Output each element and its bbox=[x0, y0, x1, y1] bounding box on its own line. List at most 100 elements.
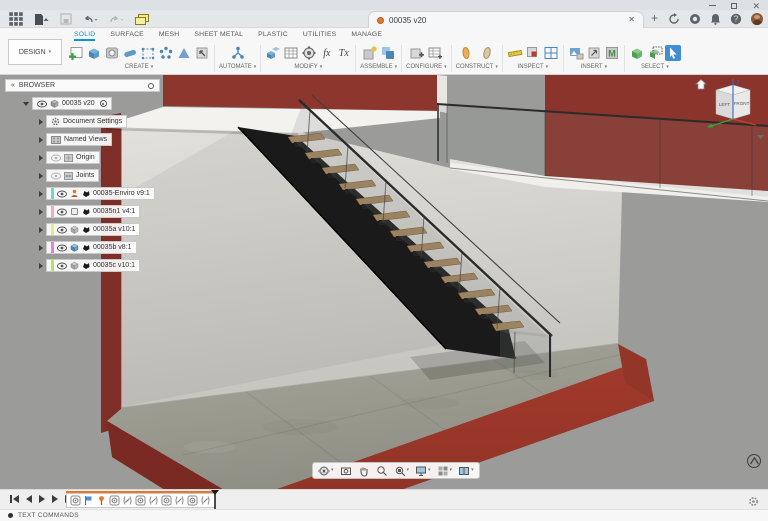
modify-group-label[interactable]: MODIFY▾ bbox=[294, 64, 322, 70]
bottom-glass-panel[interactable] bbox=[500, 329, 552, 377]
undo-icon[interactable] bbox=[82, 13, 98, 25]
expander-icon[interactable] bbox=[39, 155, 43, 161]
document-tab[interactable]: 00035 v20 ✕ bbox=[368, 11, 644, 28]
tangent-plane-icon[interactable] bbox=[478, 45, 494, 61]
appearance-icon[interactable] bbox=[301, 45, 317, 61]
visibility-eye-off-icon[interactable] bbox=[51, 154, 61, 162]
inspect-group-label[interactable]: INSPECT▾ bbox=[518, 64, 549, 70]
tab-solid[interactable]: SOLID bbox=[74, 31, 95, 41]
text-commands-toggle-icon[interactable] bbox=[8, 513, 13, 518]
derive-icon[interactable] bbox=[194, 45, 210, 61]
as-built-joint-icon[interactable] bbox=[148, 495, 159, 506]
activate-radio-icon[interactable] bbox=[100, 100, 107, 107]
joint-icon[interactable] bbox=[380, 45, 396, 61]
user-avatar[interactable] bbox=[751, 13, 763, 25]
browser-row-origin[interactable]: Origin bbox=[5, 151, 175, 164]
upper-left-wall[interactable] bbox=[163, 75, 437, 111]
as-built-joint-icon[interactable] bbox=[174, 495, 185, 506]
home-icon[interactable] bbox=[696, 80, 706, 90]
create-group-label[interactable]: CREATE▾ bbox=[125, 64, 153, 70]
visibility-eye-icon[interactable] bbox=[57, 190, 67, 198]
browser-row-named-views[interactable]: Named Views bbox=[5, 133, 175, 146]
loft-icon[interactable] bbox=[140, 45, 156, 61]
assemble-group-label[interactable]: ASSEMBLE▾ bbox=[360, 64, 397, 70]
browser-row-document-settings[interactable]: Document Settings bbox=[5, 115, 175, 128]
automate-icon[interactable] bbox=[230, 45, 246, 61]
revolve-icon[interactable] bbox=[104, 45, 120, 61]
display-analysis-icon[interactable] bbox=[543, 45, 559, 61]
expander-icon[interactable] bbox=[39, 119, 43, 125]
browser-row-component[interactable]: 00035-Enviro v9:1 bbox=[5, 187, 175, 200]
parameters-table-icon[interactable] bbox=[283, 45, 299, 61]
pan-icon[interactable] bbox=[358, 465, 370, 477]
design-workspace-menu[interactable]: DESIGN ▾ bbox=[8, 39, 62, 65]
joint-icon[interactable] bbox=[135, 495, 146, 506]
text-commands-label[interactable]: TEXT COMMANDS bbox=[18, 512, 79, 519]
redo-icon[interactable] bbox=[108, 13, 124, 25]
collapse-panel-icon[interactable]: « bbox=[11, 82, 15, 89]
automate-group-label[interactable]: AUTOMATE▾ bbox=[219, 64, 256, 70]
expander-icon[interactable] bbox=[39, 191, 43, 197]
help-icon[interactable]: ? bbox=[730, 13, 742, 25]
tab-sheet-metal[interactable]: SHEET METAL bbox=[194, 31, 243, 41]
visibility-eye-icon[interactable] bbox=[37, 100, 47, 108]
browser-row-component[interactable]: 00035n1 v4:1 bbox=[5, 205, 175, 218]
expander-icon[interactable] bbox=[39, 227, 43, 233]
visibility-eye-icon[interactable] bbox=[57, 226, 67, 234]
viewports-icon[interactable]: ▾ bbox=[458, 465, 474, 477]
thicken-icon[interactable] bbox=[176, 45, 192, 61]
timeline-settings-gear-icon[interactable] bbox=[748, 494, 759, 512]
select-group-label[interactable]: SELECT▾ bbox=[641, 64, 669, 70]
expander-icon[interactable] bbox=[39, 137, 43, 143]
insert-group-label[interactable]: INSERT▾ bbox=[581, 64, 607, 70]
joint-icon[interactable] bbox=[161, 495, 172, 506]
joint-icon[interactable] bbox=[109, 495, 120, 506]
tab-manage[interactable]: MANAGE bbox=[351, 31, 382, 41]
insert-derive-icon[interactable] bbox=[586, 45, 602, 61]
browser-row-joints[interactable]: Joints bbox=[5, 169, 175, 182]
configure-group-label[interactable]: CONFIGURE▾ bbox=[406, 64, 447, 70]
tab-close-icon[interactable]: ✕ bbox=[628, 16, 635, 24]
insert-mcmaster-icon[interactable]: M bbox=[604, 45, 620, 61]
documents-stack-icon[interactable] bbox=[134, 13, 150, 26]
fit-icon[interactable]: ▾ bbox=[394, 465, 410, 477]
visibility-eye-icon[interactable] bbox=[57, 244, 67, 252]
data-panel-grid-icon[interactable] bbox=[8, 11, 24, 27]
viewcube[interactable]: LEFT FRONT Z bbox=[688, 77, 766, 150]
browser-root-row[interactable]: 00035 v20 bbox=[5, 97, 175, 110]
press-pull-icon[interactable] bbox=[265, 45, 281, 61]
browser-row-component[interactable]: 00035b v8:1 bbox=[5, 241, 175, 254]
joint-icon[interactable] bbox=[70, 495, 81, 506]
expander-icon[interactable] bbox=[39, 209, 43, 215]
select-tool-active-icon[interactable] bbox=[665, 45, 681, 61]
configuration-table-icon[interactable] bbox=[427, 45, 443, 61]
new-component-icon[interactable] bbox=[362, 45, 378, 61]
visibility-eye-off-icon[interactable] bbox=[51, 172, 61, 180]
expander-icon[interactable] bbox=[39, 263, 43, 269]
browser-header[interactable]: « BROWSER bbox=[5, 79, 160, 92]
zoom-icon[interactable] bbox=[376, 465, 388, 477]
browser-settings-gear-icon[interactable] bbox=[148, 83, 154, 89]
canvas-icon[interactable] bbox=[568, 45, 584, 61]
go-to-start-button[interactable] bbox=[10, 495, 19, 503]
orbit-icon[interactable]: ▾ bbox=[318, 465, 334, 477]
tab-utilities[interactable]: UTILITIES bbox=[303, 31, 337, 41]
new-tab-button[interactable]: + bbox=[651, 11, 658, 25]
pattern-icon[interactable] bbox=[158, 45, 174, 61]
visibility-eye-icon[interactable] bbox=[57, 262, 67, 270]
viewport-3d[interactable]: « BROWSER 00035 v20 Document Settings bbox=[0, 75, 768, 489]
sync-icon[interactable] bbox=[668, 13, 680, 25]
expander-open-icon[interactable] bbox=[23, 102, 29, 106]
extrude-icon[interactable] bbox=[86, 45, 102, 61]
window-maximize-button[interactable] bbox=[731, 3, 737, 9]
expander-icon[interactable] bbox=[39, 245, 43, 251]
viewcube-menu-caret[interactable] bbox=[757, 135, 764, 140]
step-back-button[interactable] bbox=[26, 495, 32, 503]
tab-surface[interactable]: SURFACE bbox=[110, 31, 144, 41]
offset-plane-icon[interactable] bbox=[460, 45, 476, 61]
text-tx-icon[interactable]: Tx bbox=[336, 48, 351, 59]
timeline-playhead[interactable] bbox=[209, 490, 221, 510]
save-icon[interactable] bbox=[60, 13, 72, 25]
browser-row-component[interactable]: 00035a v10:1 bbox=[5, 223, 175, 236]
configuration-icon[interactable] bbox=[409, 45, 425, 61]
